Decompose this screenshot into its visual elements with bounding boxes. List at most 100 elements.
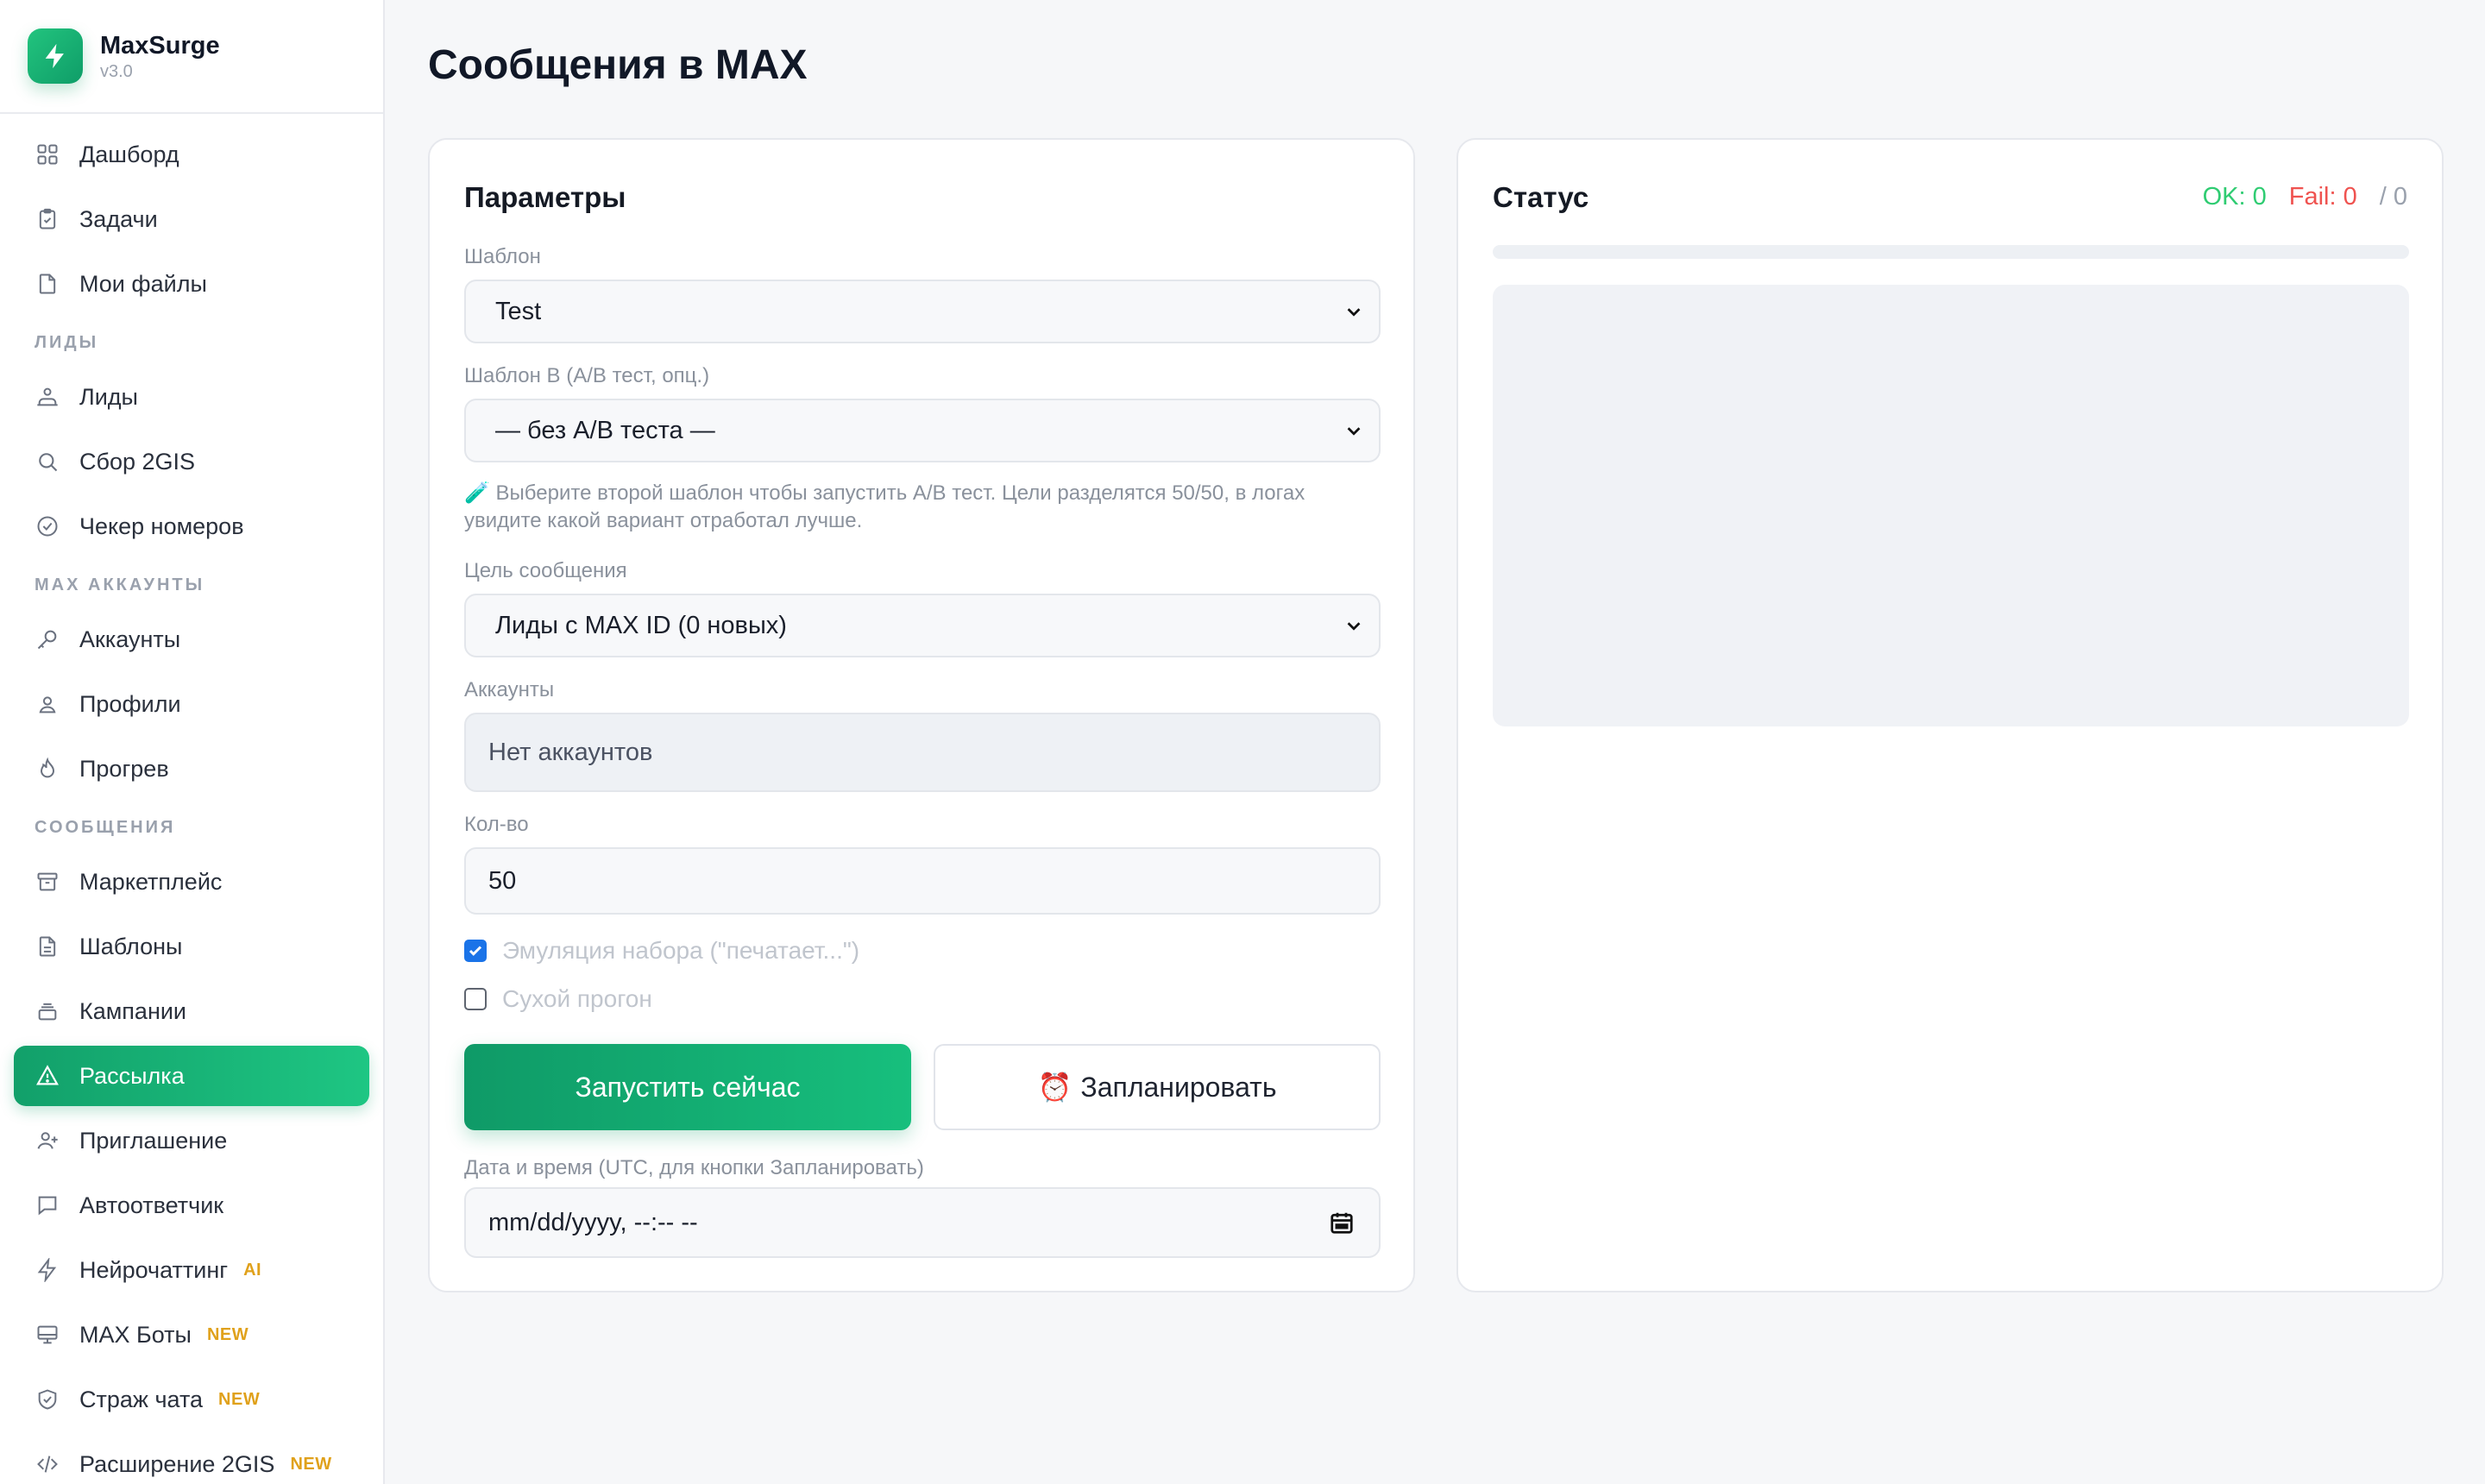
sidebar-item-invite[interactable]: Приглашение	[14, 1110, 369, 1171]
ab-test-hint: 🧪 Выберите второй шаблон чтобы запустить…	[464, 481, 1305, 532]
file-icon	[35, 271, 60, 297]
sidebar-item-label: Аккаунты	[79, 626, 181, 652]
search-icon	[35, 449, 60, 475]
sidebar-section-accounts: MAX АККАУНТЫ	[35, 575, 205, 594]
sidebar-item-2gis[interactable]: Сбор 2GIS	[14, 431, 369, 492]
dry-run-row[interactable]: Сухой прогон	[464, 985, 652, 1013]
chevron-down-icon	[1347, 622, 1361, 631]
sidebar-item-mailing[interactable]: Рассылка	[14, 1046, 369, 1106]
sidebar-item-max-bots[interactable]: MAX Боты NEW	[14, 1305, 369, 1365]
code-icon	[35, 1451, 60, 1477]
archive-icon	[35, 869, 60, 895]
page-title: Сообщения в MAX	[428, 42, 808, 88]
sidebar-item-label: Расширение 2GIS	[79, 1450, 275, 1477]
sidebar-item-leads[interactable]: Лиды	[14, 367, 369, 427]
chevron-down-icon	[1347, 308, 1361, 317]
accounts-field: Нет аккаунтов	[464, 713, 1381, 792]
sidebar-section-leads: ЛИДЫ	[35, 333, 99, 352]
sidebar-item-tasks[interactable]: Задачи	[14, 189, 369, 249]
sidebar-item-label: Сбор 2GIS	[79, 448, 196, 475]
template-label: Шаблон	[464, 245, 541, 268]
user-plus-icon	[35, 1128, 60, 1154]
ai-badge: AI	[243, 1260, 262, 1280]
flame-icon	[35, 756, 60, 782]
datetime-input[interactable]: mm/dd/yyyy, --:-- --	[464, 1187, 1381, 1258]
sidebar-item-label: Нейрочаттинг	[79, 1256, 229, 1283]
sidebar-item-label: Задачи	[79, 205, 158, 232]
alarm-clock-icon: ⏰	[1037, 1072, 1073, 1103]
sidebar-item-label: MAX Боты	[79, 1321, 192, 1348]
brand-name: MaxSurge	[100, 32, 220, 60]
progress-bar	[1493, 245, 2409, 259]
typing-emulation-row[interactable]: Эмуляция набора ("печатает...")	[464, 937, 859, 965]
qty-input[interactable]: 50	[464, 847, 1381, 915]
sidebar-item-templates[interactable]: Шаблоны	[14, 916, 369, 977]
sidebar-item-label: Приглашение	[79, 1127, 228, 1154]
new-badge: NEW	[218, 1389, 261, 1409]
sidebar-item-profiles[interactable]: Профили	[14, 674, 369, 734]
chat-icon	[35, 1192, 60, 1218]
user-icon	[35, 691, 60, 717]
sidebar-item-label: Страж чата	[79, 1386, 204, 1412]
shield-check-icon	[35, 1387, 60, 1412]
chevron-down-icon	[1347, 427, 1361, 436]
template-b-select-value: — без A/B теста —	[495, 416, 715, 444]
document-text-icon	[35, 934, 60, 959]
run-now-button[interactable]: Запустить сейчас	[464, 1044, 911, 1130]
sidebar-item-label: Лиды	[79, 383, 138, 410]
sidebar-item-label: Мои файлы	[79, 270, 207, 297]
sidebar-item-campaigns[interactable]: Кампании	[14, 981, 369, 1041]
target-select[interactable]: Лиды с MAX ID (0 новых)	[464, 594, 1381, 657]
sidebar-item-label: Кампании	[79, 997, 187, 1024]
status-counters: OK: 0 Fail: 0 / 0	[2203, 183, 2407, 211]
sidebar-item-2gis-extension[interactable]: Расширение 2GIS NEW	[14, 1434, 369, 1484]
bolt-icon	[35, 1257, 60, 1283]
sidebar-item-neurochat[interactable]: Нейрочаттинг AI	[14, 1240, 369, 1300]
bolt-logo-icon	[28, 28, 83, 84]
fail-counter: Fail: 0	[2288, 183, 2357, 211]
grid-icon	[35, 141, 60, 167]
typing-emulation-checkbox[interactable]	[464, 940, 487, 962]
target-label: Цель сообщения	[464, 559, 627, 582]
datetime-placeholder: mm/dd/yyyy, --:-- --	[488, 1208, 698, 1236]
accounts-field-value: Нет аккаунтов	[488, 738, 653, 766]
qty-input-value: 50	[488, 866, 517, 895]
dry-run-checkbox[interactable]	[464, 988, 487, 1010]
warning-triangle-icon	[35, 1063, 60, 1089]
brand[interactable]: MaxSurge v3.0	[0, 0, 383, 114]
sidebar-item-label: Шаблоны	[79, 933, 183, 959]
sidebar-item-autoresponder[interactable]: Автоответчик	[14, 1175, 369, 1236]
clipboard-check-icon	[35, 206, 60, 232]
sidebar-item-files[interactable]: Мои файлы	[14, 254, 369, 314]
sidebar-nav: Дашборд Задачи Мои файлы ЛИДЫ Лиды Сбор …	[0, 114, 383, 1484]
status-card: Статус OK: 0 Fail: 0 / 0	[1456, 138, 2444, 1292]
sidebar-item-checker[interactable]: Чекер номеров	[14, 496, 369, 556]
sidebar-item-label: Автоответчик	[79, 1192, 224, 1218]
status-title: Статус	[1493, 181, 1589, 213]
schedule-button[interactable]: ⏰ Запланировать	[934, 1044, 1381, 1130]
template-select[interactable]: Test	[464, 280, 1381, 343]
sidebar-item-marketplace[interactable]: Маркетплейс	[14, 852, 369, 912]
key-icon	[35, 626, 60, 652]
run-now-label: Запустить сейчас	[575, 1071, 801, 1103]
sidebar-item-label: Чекер номеров	[79, 512, 244, 539]
sidebar-item-label: Маркетплейс	[79, 868, 223, 895]
brand-version: v3.0	[100, 62, 133, 81]
sidebar-item-warmup[interactable]: Прогрев	[14, 739, 369, 799]
sidebar-item-chat-guard[interactable]: Страж чата NEW	[14, 1369, 369, 1430]
qty-label: Кол-во	[464, 813, 529, 836]
stack-icon	[35, 998, 60, 1024]
monitor-icon	[35, 1322, 60, 1348]
log-panel	[1493, 285, 2409, 726]
sidebar-item-dashboard[interactable]: Дашборд	[14, 124, 369, 185]
check-circle-icon	[35, 513, 60, 539]
sidebar-item-accounts[interactable]: Аккаунты	[14, 609, 369, 670]
params-title: Параметры	[464, 181, 626, 213]
sidebar-section-messages: СООБЩЕНИЯ	[35, 818, 176, 837]
new-badge: NEW	[290, 1454, 332, 1474]
sidebar-item-label: Дашборд	[79, 141, 179, 167]
new-badge: NEW	[206, 1324, 249, 1344]
template-b-select[interactable]: — без A/B теста —	[464, 399, 1381, 462]
total-counter: / 0	[2379, 183, 2407, 211]
calendar-icon[interactable]	[1329, 1210, 1355, 1236]
